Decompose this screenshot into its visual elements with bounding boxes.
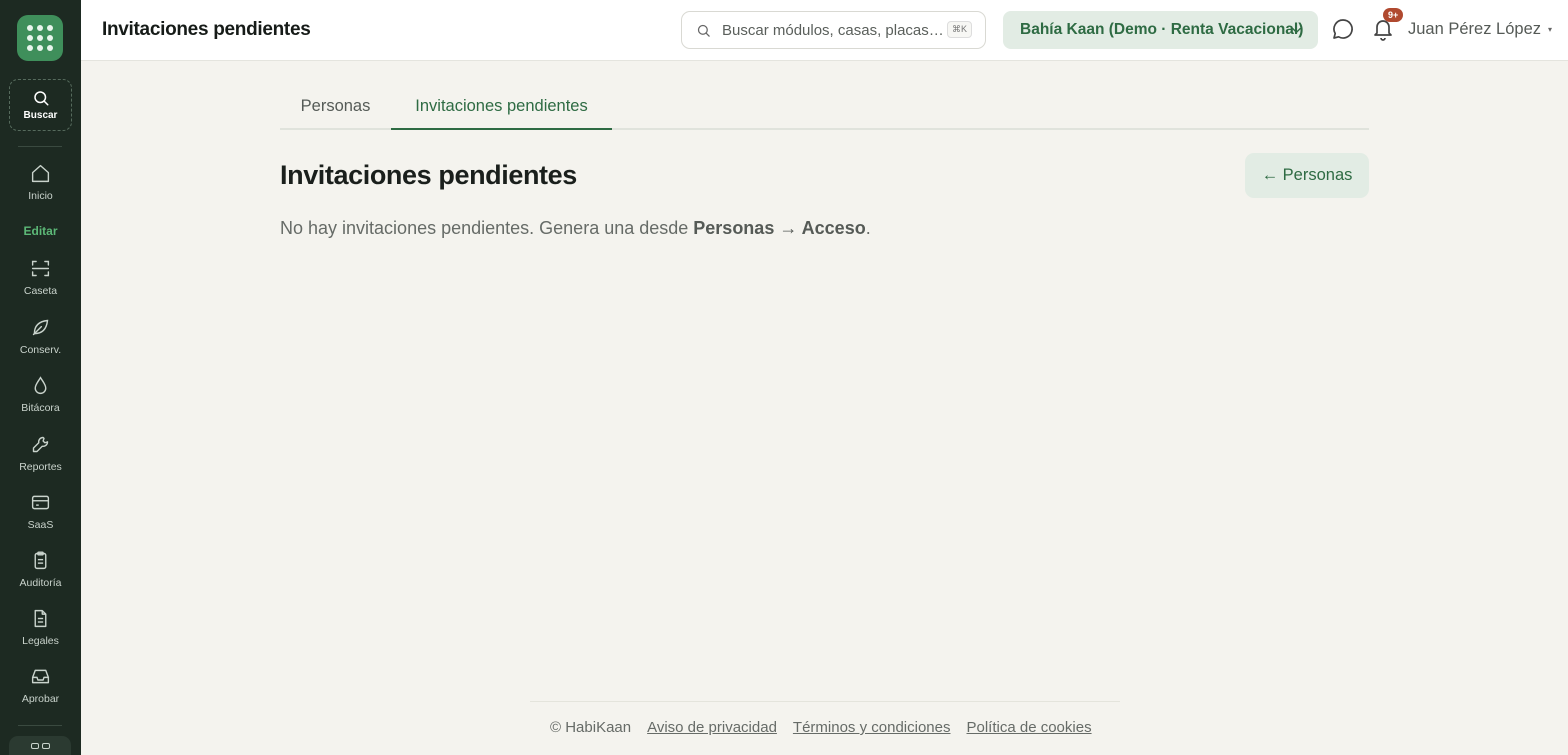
home-icon <box>31 164 50 183</box>
sidebar-item-saas[interactable]: SaaS <box>0 492 81 536</box>
section-title: Invitaciones pendientes <box>280 160 577 190</box>
personas-acceso-link[interactable]: Personas → Acceso <box>693 218 865 238</box>
sidebar-item-caseta[interactable]: Caseta <box>0 258 81 302</box>
layout-icon <box>30 743 39 749</box>
organization-selector[interactable]: Bahía Kaan (Demo · Renta Vacacional) <box>1003 11 1318 49</box>
document-icon <box>34 609 47 628</box>
back-to-personas-button[interactable]: ← Personas <box>1245 153 1369 198</box>
organization-name: Bahía Kaan (Demo · Renta Vacacional) <box>1020 21 1304 38</box>
user-menu[interactable]: Juan Pérez López ▾ <box>1408 20 1552 39</box>
scan-icon <box>31 260 50 277</box>
droplet-icon <box>34 376 47 394</box>
sidebar-item-auditoria[interactable]: Auditoría <box>0 550 81 594</box>
layout-icon <box>41 743 50 749</box>
wrench-icon <box>32 436 49 453</box>
empty-state-text: No hay invitaciones pendientes. Genera u… <box>280 218 694 238</box>
copyright: © HabiKaan <box>550 719 632 736</box>
sidebar-item-label: Aprobar <box>21 693 60 705</box>
chevron-down-icon <box>1292 27 1301 34</box>
sidebar-item-reportes[interactable]: Reportes <box>0 434 81 478</box>
empty-state-message: No hay invitaciones pendientes. Genera u… <box>280 218 871 239</box>
sidebar-item-label: Reportes <box>19 461 62 473</box>
sidebar-item-conserv[interactable]: Conserv. <box>0 317 81 361</box>
sidebar-item-label: Bitácora <box>21 402 60 414</box>
sidebar-item-label: Auditoría <box>19 577 62 589</box>
leaf-icon <box>32 319 49 336</box>
empty-state-suffix: . <box>865 218 871 238</box>
user-name: Juan Pérez López <box>1408 20 1542 38</box>
notification-badge: 9+ <box>1383 8 1404 22</box>
sidebar-divider <box>18 146 62 147</box>
sidebar-edit-link[interactable]: Editar <box>0 224 81 238</box>
clipboard-icon <box>34 551 47 570</box>
sidebar-item-bitacora[interactable]: Bitácora <box>0 375 81 419</box>
search-input[interactable] <box>722 21 942 39</box>
search-icon <box>33 91 48 106</box>
cookies-link[interactable]: Política de cookies <box>967 719 1092 736</box>
tab-invitaciones-pendientes[interactable]: Invitaciones pendientes <box>391 90 612 130</box>
sidebar-item-label: Conserv. <box>19 344 62 356</box>
sidebar-item-aprobar[interactable]: Aprobar <box>0 666 81 710</box>
sidebar-item-legales[interactable]: Legales <box>0 608 81 652</box>
top-header: Invitaciones pendientes ⌘K Bahía Kaan (D… <box>81 0 1568 61</box>
sidebar-search-button[interactable]: Buscar <box>9 79 72 131</box>
chat-icon[interactable] <box>1331 17 1355 41</box>
privacy-link[interactable]: Aviso de privacidad <box>647 719 777 736</box>
app-grid-logo[interactable] <box>17 15 63 61</box>
layout-toggle-button[interactable] <box>9 736 71 755</box>
global-search[interactable]: ⌘K <box>681 11 986 49</box>
tab-personas[interactable]: Personas <box>280 90 391 130</box>
sidebar-item-label: SaaS <box>27 519 54 531</box>
sidebar-divider <box>18 725 62 726</box>
footer-divider <box>530 701 1120 702</box>
tab-bar: Personas Invitaciones pendientes <box>280 90 1369 130</box>
search-icon <box>697 24 710 37</box>
page-title: Invitaciones pendientes <box>102 19 311 40</box>
inbox-icon <box>31 669 50 684</box>
sidebar: Buscar Inicio Editar Caseta Conserv. Bit… <box>0 0 81 755</box>
credit-card-icon <box>31 495 50 510</box>
caret-down-icon: ▾ <box>1548 25 1553 34</box>
sidebar-item-label: Legales <box>22 635 59 647</box>
sidebar-search-label: Buscar <box>23 110 58 121</box>
terms-link[interactable]: Términos y condiciones <box>793 719 951 736</box>
sidebar-item-label: Inicio <box>28 190 53 202</box>
footer: © HabiKaan Aviso de privacidad Términos … <box>550 719 1092 736</box>
sidebar-item-label: Caseta <box>23 285 58 297</box>
sidebar-item-inicio[interactable]: Inicio <box>0 163 81 207</box>
search-shortcut-hint: ⌘K <box>946 21 972 38</box>
